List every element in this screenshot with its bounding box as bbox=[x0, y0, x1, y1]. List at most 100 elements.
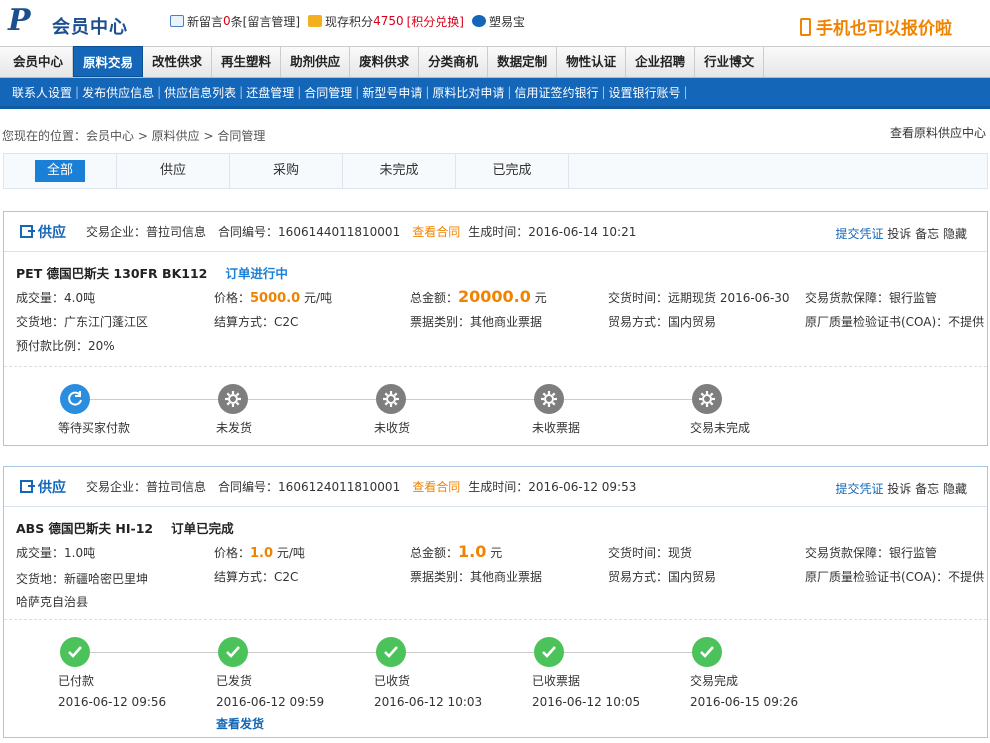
sub-nav-item[interactable]: 供应信息列表 bbox=[164, 84, 236, 101]
main-nav-item[interactable]: 物性认证 bbox=[557, 47, 627, 77]
company-label: 交易企业： bbox=[86, 225, 147, 239]
order-card: 供应 交易企业： 普拉司信息 合同编号： 1606124011810001 查看… bbox=[3, 466, 988, 738]
complain-link[interactable]: 投诉 bbox=[887, 227, 911, 241]
memo-link[interactable]: 备忘 bbox=[915, 482, 939, 496]
sub-nav-separator: | bbox=[425, 85, 430, 99]
order-state: 订单已完成 bbox=[171, 520, 234, 536]
coa-certificate: 原厂质量检验证书(COA)：不提供 bbox=[805, 570, 985, 584]
price-value: 5000.0 bbox=[250, 291, 301, 306]
filter-tab[interactable]: 采购 bbox=[230, 154, 343, 188]
price-label: 价格： bbox=[214, 546, 251, 560]
check-icon bbox=[218, 637, 248, 667]
sub-nav-item[interactable]: 还盘管理 bbox=[246, 84, 294, 101]
price-label: 价格： bbox=[214, 291, 251, 305]
contract-label: 合同编号： bbox=[218, 225, 279, 239]
hide-link[interactable]: 隐藏 bbox=[943, 227, 967, 241]
order-type: 供应 bbox=[20, 222, 66, 242]
order-progress: 等待买家付款 未发货 未收货 未收票据 交易未完成 bbox=[4, 366, 987, 452]
total-value: 20000.0 bbox=[458, 287, 531, 306]
view-contract-link[interactable]: 查看合同 bbox=[412, 223, 460, 240]
bill-type: 票据类别：其他商业票据 bbox=[410, 570, 543, 584]
suyibao-link[interactable]: 塑易宝 bbox=[489, 13, 525, 30]
filter-tab-label: 采购 bbox=[272, 163, 299, 178]
order-type-label: 供应 bbox=[38, 224, 66, 241]
settlement-method: 结算方式：C2C bbox=[214, 315, 299, 329]
total-label: 总金额： bbox=[410, 546, 459, 560]
sub-nav-item[interactable]: 信用证签约银行 bbox=[514, 84, 598, 101]
quantity: 成交量：4.0吨 bbox=[16, 291, 96, 305]
main-nav-item[interactable]: 会员中心 bbox=[4, 47, 74, 77]
points-exchange-link[interactable]: [积分兑换] bbox=[407, 13, 464, 30]
order-actions: 提交凭证 投诉 备忘 隐藏 bbox=[835, 225, 967, 242]
site-logo[interactable]: P 会员中心 bbox=[8, 6, 138, 39]
main-nav-item[interactable]: 再生塑料 bbox=[212, 47, 282, 77]
order-header: 供应 交易企业： 普拉司信息 合同编号： 1606144011810001 查看… bbox=[4, 212, 987, 252]
gear-icon bbox=[534, 384, 564, 414]
order-type-label: 供应 bbox=[38, 479, 66, 496]
main-nav-item[interactable]: 原料交易 bbox=[73, 46, 144, 77]
complain-link[interactable]: 投诉 bbox=[887, 482, 911, 496]
filter-tab[interactable]: 未完成 bbox=[343, 154, 456, 188]
filter-tab[interactable]: 已完成 bbox=[456, 154, 569, 188]
main-nav-item[interactable]: 企业招聘 bbox=[626, 47, 696, 77]
sub-nav-separator: | bbox=[507, 85, 512, 99]
message-manage-link[interactable]: [留言管理] bbox=[243, 13, 300, 30]
order-type: 供应 bbox=[20, 477, 66, 497]
mobile-promo[interactable]: 手机也可以报价啦 bbox=[800, 14, 952, 39]
price: 价格：5000.0 元/吨 bbox=[214, 289, 332, 306]
step-time: 2016-06-12 10:03 bbox=[374, 695, 483, 709]
memo-link[interactable]: 备忘 bbox=[915, 227, 939, 241]
created-time: 2016-06-14 10:21 bbox=[528, 224, 637, 239]
sub-nav-item[interactable]: 设置银行账号 bbox=[609, 84, 681, 101]
check-icon bbox=[60, 637, 90, 667]
view-supply-center-link[interactable]: 查看原料供应中心 bbox=[890, 124, 986, 141]
price: 价格：1.0 元/吨 bbox=[214, 544, 305, 561]
sub-nav-item[interactable]: 发布供应信息 bbox=[82, 84, 154, 101]
filter-tabs: 全部 供应 采购 未完成 已完成 bbox=[3, 153, 988, 189]
created-time-label: 生成时间： bbox=[468, 480, 529, 494]
sub-nav-item[interactable]: 合同管理 bbox=[304, 84, 352, 101]
promo-text: 手机也可以报价啦 bbox=[816, 19, 952, 39]
main-nav-item[interactable]: 行业博文 bbox=[695, 47, 765, 77]
price-unit: 元/吨 bbox=[304, 291, 333, 305]
trade-method: 贸易方式：国内贸易 bbox=[608, 315, 717, 329]
order-state: 订单进行中 bbox=[225, 265, 288, 281]
check-icon bbox=[376, 637, 406, 667]
filter-tab-label: 供应 bbox=[159, 163, 186, 178]
price-value: 1.0 bbox=[250, 546, 274, 561]
view-shipment-link[interactable]: 查看发货 bbox=[216, 715, 264, 732]
submit-voucher-link[interactable]: 提交凭证 bbox=[835, 482, 883, 496]
main-nav-item[interactable]: 改性供求 bbox=[143, 47, 213, 77]
hide-link[interactable]: 隐藏 bbox=[943, 482, 967, 496]
main-nav-item[interactable]: 助剂供应 bbox=[281, 47, 351, 77]
total-amount: 总金额：20000.0 元 bbox=[410, 287, 547, 306]
filter-tab-label: 全部 bbox=[34, 160, 85, 182]
filter-tab-label: 已完成 bbox=[492, 163, 532, 178]
step-time: 2016-06-12 09:56 bbox=[58, 695, 167, 709]
supply-icon bbox=[20, 480, 35, 493]
sub-nav-item[interactable]: 新型号申请 bbox=[362, 84, 422, 101]
refresh-icon bbox=[60, 384, 90, 414]
step-label: 等待买家付款 bbox=[58, 421, 131, 435]
sub-nav-item[interactable]: 原料比对申请 bbox=[432, 84, 504, 101]
prepay-ratio: 预付款比例：20% bbox=[16, 339, 115, 353]
main-nav-item[interactable]: 数据定制 bbox=[488, 47, 558, 77]
filter-tab[interactable]: 全部 bbox=[4, 154, 117, 188]
filter-tab-label: 未完成 bbox=[379, 163, 419, 178]
order-card: 供应 交易企业： 普拉司信息 合同编号： 1606144011810001 查看… bbox=[3, 211, 988, 446]
coin-icon bbox=[308, 15, 323, 27]
filter-tab[interactable]: 供应 bbox=[117, 154, 230, 188]
payment-guarantee: 交易货款保障：银行监管 bbox=[805, 291, 938, 305]
step-label: 交易未完成 bbox=[690, 421, 751, 435]
suyibao-icon bbox=[471, 15, 486, 27]
submit-voucher-link[interactable]: 提交凭证 bbox=[835, 227, 883, 241]
price-unit: 元/吨 bbox=[276, 546, 305, 560]
order-actions: 提交凭证 投诉 备忘 隐藏 bbox=[835, 480, 967, 497]
bill-type: 票据类别：其他商业票据 bbox=[410, 315, 543, 329]
product-title-row: ABS 德国巴斯夫 HI-12 订单已完成 bbox=[16, 517, 987, 537]
sub-nav-item[interactable]: 联系人设置 bbox=[12, 84, 72, 101]
total-value: 1.0 bbox=[458, 542, 487, 561]
main-nav-item[interactable]: 废料供求 bbox=[350, 47, 420, 77]
view-contract-link[interactable]: 查看合同 bbox=[412, 478, 460, 495]
main-nav-item[interactable]: 分类商机 bbox=[419, 47, 489, 77]
